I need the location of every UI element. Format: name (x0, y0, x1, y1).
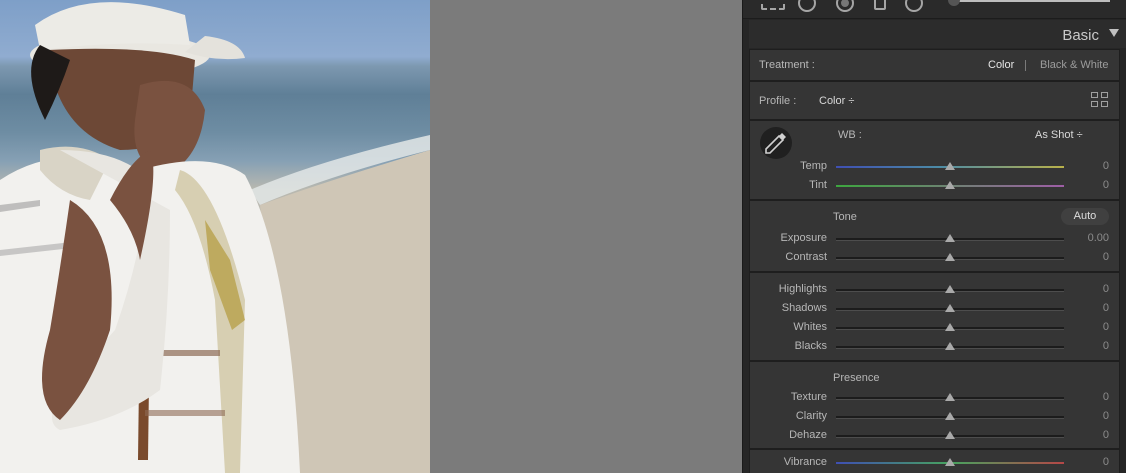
blacks-slider-knob[interactable] (945, 342, 955, 350)
triangle-down-icon[interactable] (1109, 29, 1119, 37)
develop-panel: Basic Treatment : Color Black & White Pr… (742, 0, 1126, 473)
tone-detail-section: Highlights 0 Shadows 0 Whites 0 Blacks 0 (749, 272, 1120, 361)
red-eye-icon[interactable] (836, 0, 854, 12)
highlights-label: Highlights (778, 283, 827, 295)
shadows-label: Shadows (781, 302, 827, 314)
vibrance-section: Vibrance 0 (749, 449, 1120, 473)
texture-value[interactable]: 0 (1063, 391, 1109, 403)
clarity-label: Clarity (795, 410, 827, 422)
whites-label: Whites (793, 321, 827, 333)
wb-dropdown[interactable]: As Shot ÷ (1035, 129, 1083, 141)
exposure-label: Exposure (780, 232, 827, 244)
tint-value[interactable]: 0 (1063, 179, 1109, 191)
radial-filter-icon[interactable] (905, 0, 923, 12)
wb-label: WB : (838, 129, 862, 141)
photo-image (0, 2, 430, 473)
vibrance-slider-knob[interactable] (945, 458, 955, 466)
spot-removal-icon[interactable] (798, 0, 816, 12)
blacks-label: Blacks (794, 340, 827, 352)
treatment-row: Treatment : Color Black & White (749, 49, 1120, 81)
vibrance-value[interactable]: 0 (1063, 456, 1109, 468)
tool-strip (743, 0, 1126, 19)
dehaze-value[interactable]: 0 (1063, 429, 1109, 441)
crop-tool-icon[interactable] (761, 0, 785, 10)
profile-label: Profile : (759, 95, 797, 107)
treatment-divider (1025, 60, 1026, 71)
shadows-slider-knob[interactable] (945, 304, 955, 312)
presence-label: Presence (833, 372, 880, 384)
graduated-filter-icon[interactable] (874, 0, 886, 10)
contrast-label: Contrast (785, 251, 827, 263)
tint-label: Tint (809, 179, 827, 191)
blacks-value[interactable]: 0 (1063, 340, 1109, 352)
tint-slider-knob[interactable] (945, 181, 955, 189)
highlights-value[interactable]: 0 (1063, 283, 1109, 295)
panel-title: Basic (1062, 27, 1099, 44)
dehaze-label: Dehaze (789, 429, 827, 441)
treatment-label: Treatment : (759, 59, 815, 71)
texture-label: Texture (790, 391, 827, 403)
white-balance-section: WB : As Shot ÷ Temp 0 Tint 0 (749, 120, 1120, 200)
shadows-value[interactable]: 0 (1063, 302, 1109, 314)
grid-icon[interactable] (1091, 92, 1109, 108)
contrast-slider-knob[interactable] (945, 253, 955, 261)
eyedropper-icon[interactable] (760, 127, 792, 159)
exposure-value[interactable]: 0.00 (1063, 232, 1109, 244)
profile-row: Profile : Color ÷ (749, 81, 1120, 120)
basic-panel-header[interactable]: Basic (749, 20, 1126, 48)
brush-slider-knob[interactable] (948, 0, 960, 6)
treatment-color-option[interactable]: Color (988, 59, 1014, 71)
exposure-slider-knob[interactable] (945, 234, 955, 242)
whites-value[interactable]: 0 (1063, 321, 1109, 333)
treatment-bw-option[interactable]: Black & White (1040, 59, 1108, 71)
vibrance-label: Vibrance (783, 456, 827, 468)
auto-tone-button[interactable]: Auto (1061, 208, 1109, 225)
temp-slider-knob[interactable] (945, 162, 955, 170)
clarity-slider-knob[interactable] (945, 412, 955, 420)
canvas-area (430, 0, 742, 473)
profile-dropdown[interactable]: Color ÷ (819, 95, 854, 107)
tone-section: Tone Auto Exposure 0.00 Contrast 0 (749, 200, 1120, 272)
highlights-slider-knob[interactable] (945, 285, 955, 293)
texture-slider-knob[interactable] (945, 393, 955, 401)
photo-preview[interactable] (0, 0, 430, 473)
whites-slider-knob[interactable] (945, 323, 955, 331)
tone-label: Tone (833, 211, 857, 223)
brush-slider-track[interactable] (958, 0, 1110, 2)
dehaze-slider-knob[interactable] (945, 431, 955, 439)
temp-value[interactable]: 0 (1063, 160, 1109, 172)
clarity-value[interactable]: 0 (1063, 410, 1109, 422)
temp-label: Temp (800, 160, 827, 172)
contrast-value[interactable]: 0 (1063, 251, 1109, 263)
presence-section: Presence Texture 0 Clarity 0 Dehaze 0 (749, 361, 1120, 449)
